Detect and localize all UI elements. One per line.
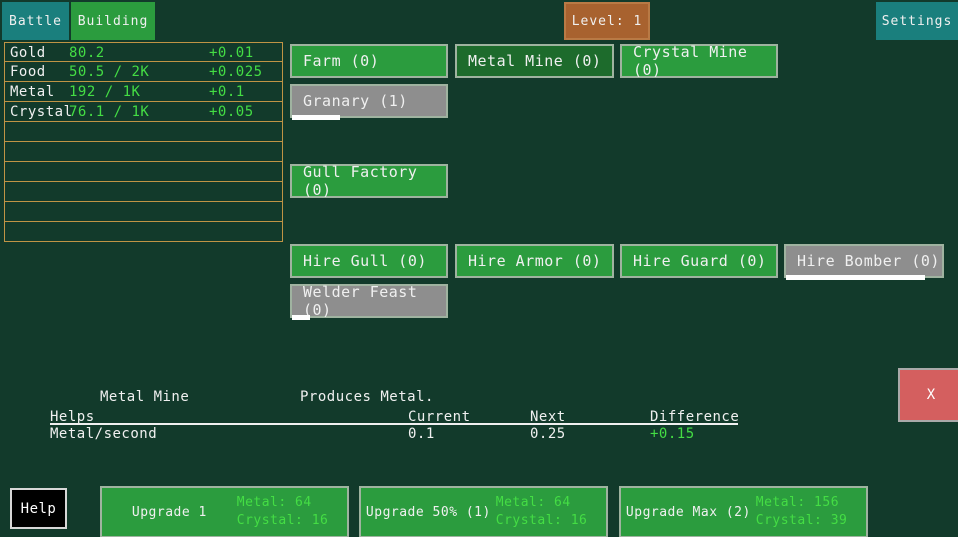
resource-row-metal: Metal 192 / 1K +0.1 — [4, 82, 283, 102]
building-gull-factory-button[interactable]: Gull Factory (0) — [290, 164, 448, 198]
resource-value: 50.5 / 2K — [69, 64, 149, 80]
metal-cost: Metal: 156 — [756, 495, 839, 510]
unit-hire-gull-button[interactable]: Hire Gull (0) — [290, 244, 448, 278]
building-farm-button[interactable]: Farm (0) — [290, 44, 448, 78]
building-crystal-mine-button[interactable]: Crystal Mine (0) — [620, 44, 778, 78]
building-metal-mine-button[interactable]: Metal Mine (0) — [455, 44, 614, 78]
resource-row-empty — [4, 222, 283, 242]
resource-rate: +0.01 — [209, 45, 254, 61]
resource-name: Crystal — [10, 104, 73, 120]
upgrade-1-button[interactable]: Upgrade 1 Metal: 64 Crystal: 16 — [100, 486, 349, 537]
resource-row-food: Food 50.5 / 2K +0.025 — [4, 62, 283, 82]
resource-row-empty — [4, 162, 283, 182]
unit-hire-bomber-button[interactable]: Hire Bomber (0) — [784, 244, 944, 278]
tab-building[interactable]: Building — [71, 2, 155, 40]
granary-label: Granary (1) — [303, 92, 408, 110]
resource-row-crystal: Crystal 76.1 / 1K +0.05 — [4, 102, 283, 122]
resource-row-gold: Gold 80.2 +0.01 — [4, 42, 283, 62]
upgrade-max-button[interactable]: Upgrade Max (2) Metal: 156 Crystal: 39 — [619, 486, 868, 537]
resource-name: Metal — [10, 84, 55, 100]
upgrade-1-label: Upgrade 1 — [102, 505, 237, 520]
welder-feast-label: Welder Feast (0) — [303, 283, 446, 319]
detail-row-current: 0.1 — [408, 426, 435, 442]
metal-cost: Metal: 64 — [237, 495, 312, 510]
detail-description: Produces Metal. — [300, 389, 434, 405]
close-detail-button[interactable]: X — [898, 368, 958, 422]
upgrade-50-costs: Metal: 64 Crystal: 16 — [496, 494, 606, 530]
detail-row-helps: Metal/second — [50, 426, 157, 442]
detail-title: Metal Mine — [100, 389, 189, 405]
detail-row-difference: +0.15 — [650, 426, 695, 442]
resource-row-empty — [4, 182, 283, 202]
resource-row-empty — [4, 122, 283, 142]
metal-cost: Metal: 64 — [496, 495, 571, 510]
detail-header-underline — [50, 423, 738, 425]
resource-table: Gold 80.2 +0.01 Food 50.5 / 2K +0.025 Me… — [4, 42, 283, 242]
upgrade-max-label: Upgrade Max (2) — [621, 505, 756, 520]
resource-value: 80.2 — [69, 45, 105, 61]
welder-feast-progress-bar — [292, 315, 310, 320]
tab-battle[interactable]: Battle — [2, 2, 69, 40]
resource-rate: +0.025 — [209, 64, 263, 80]
resource-value: 192 / 1K — [69, 84, 140, 100]
resource-name: Food — [10, 64, 46, 80]
resource-name: Gold — [10, 45, 46, 61]
settings-button[interactable]: Settings — [876, 2, 958, 40]
upgrade-50-button[interactable]: Upgrade 50% (1) Metal: 64 Crystal: 16 — [359, 486, 608, 537]
resource-value: 76.1 / 1K — [69, 104, 149, 120]
unit-welder-feast-button[interactable]: Welder Feast (0) — [290, 284, 448, 318]
detail-row-next: 0.25 — [530, 426, 566, 442]
crystal-cost: Crystal: 16 — [237, 513, 329, 528]
crystal-cost: Crystal: 39 — [756, 513, 848, 528]
resource-rate: +0.1 — [209, 84, 245, 100]
building-granary-button[interactable]: Granary (1) — [290, 84, 448, 118]
unit-hire-armor-button[interactable]: Hire Armor (0) — [455, 244, 614, 278]
unit-hire-guard-button[interactable]: Hire Guard (0) — [620, 244, 778, 278]
crystal-cost: Crystal: 16 — [496, 513, 588, 528]
upgrade-1-costs: Metal: 64 Crystal: 16 — [237, 494, 347, 530]
resource-rate: +0.05 — [209, 104, 254, 120]
resource-row-empty — [4, 142, 283, 162]
level-indicator: Level: 1 — [564, 2, 650, 40]
hire-bomber-label: Hire Bomber (0) — [797, 252, 940, 270]
resource-row-empty — [4, 202, 283, 222]
granary-progress-bar — [292, 115, 340, 120]
upgrade-max-costs: Metal: 156 Crystal: 39 — [756, 494, 866, 530]
hire-bomber-progress-bar — [786, 275, 925, 280]
help-button[interactable]: Help — [10, 488, 67, 529]
game-screen: Battle Building Level: 1 Settings Gold 8… — [0, 0, 958, 537]
upgrade-50-label: Upgrade 50% (1) — [361, 505, 496, 520]
